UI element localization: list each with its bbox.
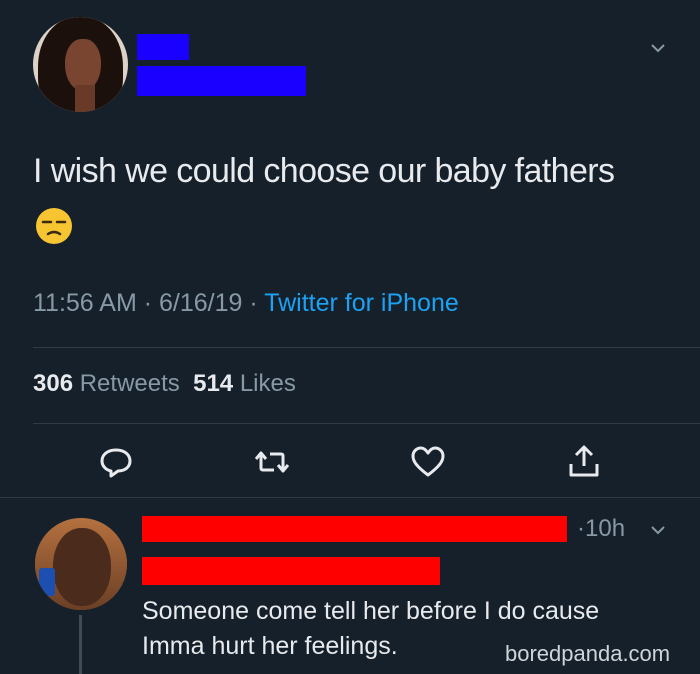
tweet-source-link[interactable]: Twitter for iPhone <box>264 289 459 317</box>
divider <box>33 347 700 348</box>
retweet-icon <box>254 451 290 473</box>
retweet-button[interactable] <box>252 442 292 482</box>
thread-line <box>79 615 82 674</box>
meta-separator: · <box>143 289 153 317</box>
tweet-stats: 306 Retweets 514 Likes <box>33 370 296 398</box>
avatar-face <box>65 39 101 91</box>
watermark: boredpanda.com <box>505 641 671 666</box>
avatar-face <box>53 528 111 606</box>
like-button[interactable] <box>408 442 448 482</box>
redacted-reply-name <box>142 516 567 542</box>
redacted-display-name <box>137 34 189 60</box>
divider <box>0 497 700 498</box>
heart-icon <box>411 446 445 477</box>
redacted-reply-handle <box>142 557 440 585</box>
tweet-time: 11:56 AM <box>33 289 137 317</box>
chevron-down-icon[interactable] <box>650 522 666 538</box>
author-avatar[interactable] <box>33 17 128 112</box>
unamused-face-icon <box>36 208 72 244</box>
meta-separator: · <box>249 289 258 317</box>
chevron-down-icon[interactable] <box>650 40 666 56</box>
share-button[interactable] <box>564 442 604 482</box>
reply-author-avatar[interactable] <box>35 518 127 610</box>
redacted-username <box>137 66 306 96</box>
share-icon <box>569 445 599 477</box>
likes-link[interactable]: 514 Likes <box>193 370 296 397</box>
reply-button[interactable] <box>96 442 136 482</box>
retweets-count: 306 <box>33 370 74 397</box>
tweet-meta: 11:56 AM · 6/16/19 · Twitter for iPhone <box>33 289 459 318</box>
tweet-text: I wish we could choose our baby fathers <box>33 152 615 190</box>
retweets-link[interactable]: 306 Retweets <box>33 370 180 397</box>
reply-timestamp[interactable]: ·10h <box>577 515 625 543</box>
divider <box>33 423 700 424</box>
retweets-label: Retweets <box>79 370 180 397</box>
tweet-date: 6/16/19 <box>159 289 243 317</box>
reply-text-line: Someone come tell her before I do cause <box>142 597 600 625</box>
avatar-neck <box>75 85 95 112</box>
avatar-phone <box>39 568 55 596</box>
reply-icon <box>100 448 132 478</box>
likes-count: 514 <box>193 370 234 397</box>
likes-label: Likes <box>239 370 296 397</box>
